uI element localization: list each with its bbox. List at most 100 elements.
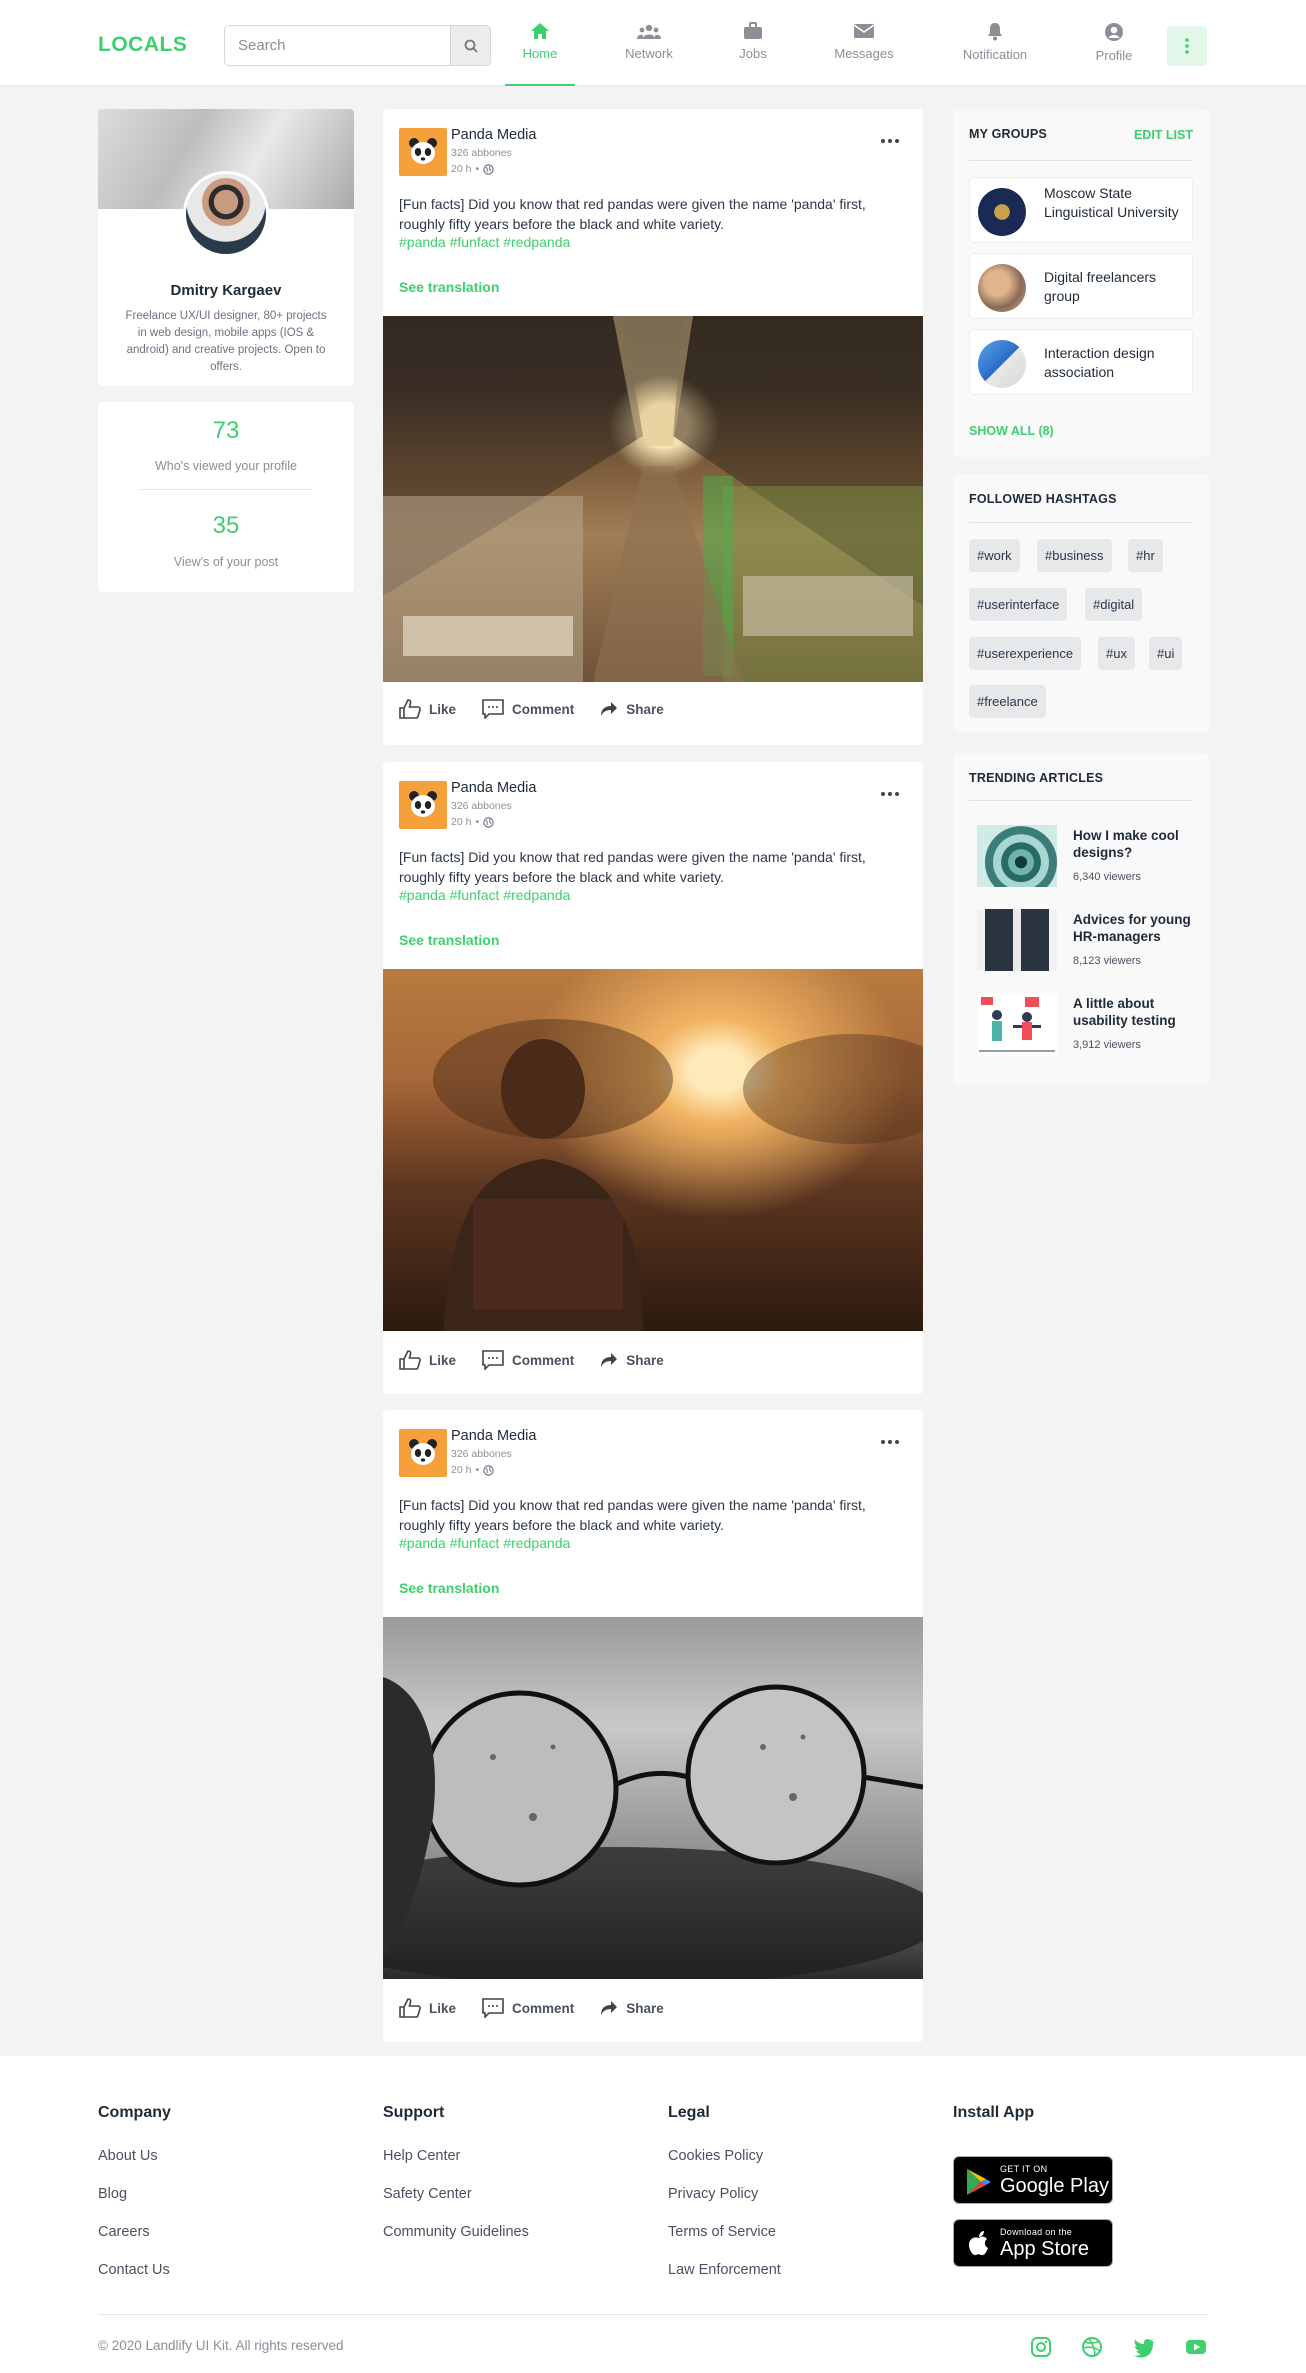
post-author-subscribers: 326 abbones [451,1448,512,1460]
brand-logo[interactable]: LOCALS [98,33,187,57]
panda-icon [409,1439,437,1465]
thumbs-up-icon [399,1350,421,1370]
nav-profile[interactable]: Profile [1064,22,1164,86]
hashtag-chip[interactable]: #hr [1128,539,1163,572]
post-options-button[interactable] [879,786,901,796]
hashtag-chip[interactable]: #work [969,539,1020,572]
post-author-avatar[interactable] [399,1429,447,1477]
group-item[interactable]: Digital freelancers group [969,253,1193,319]
nav-notification[interactable]: Notification [945,22,1045,86]
post-author-avatar[interactable] [399,781,447,829]
hashtag-chip[interactable]: #userexperience [969,637,1082,670]
hashtag-chip[interactable]: #ui [1149,637,1183,670]
post-author-name[interactable]: Panda Media [451,127,536,143]
hashtag-chip[interactable]: #business [1037,539,1112,572]
comment-button[interactable]: Comment [482,1350,574,1370]
user-icon [1105,23,1123,41]
youtube-link[interactable] [1185,2336,1207,2358]
nav-home[interactable]: Home [490,22,590,86]
share-icon [601,702,618,716]
see-translation-link[interactable]: See translation [399,1580,499,1596]
more-horizontal-icon [881,1440,899,1444]
hashtag-chip[interactable]: #userinterface [969,588,1068,621]
share-button[interactable]: Share [600,1350,664,1370]
post-views-count[interactable]: 35 [98,512,354,540]
footer-install-title: Install App [953,2104,1035,2121]
profile-name[interactable]: Dmitry Kargaev [98,282,354,299]
footer-link-privacy[interactable]: Privacy Policy [668,2186,781,2224]
stats-divider [140,489,312,490]
followed-hashtags-card: FOLLOWED HASHTAGS #work #business #hr #u… [953,474,1209,732]
post-time-text: 20 h [451,816,472,828]
search-button[interactable] [450,26,490,65]
footer-link-careers[interactable]: Careers [98,2224,171,2262]
trending-articles-card: TRENDING ARTICLES How I make cool design… [953,753,1209,1085]
hashtag-chip[interactable]: #ux [1098,637,1135,670]
share-button[interactable]: Share [600,699,664,719]
footer-link-guidelines[interactable]: Community Guidelines [383,2224,529,2262]
footer-link-cookies[interactable]: Cookies Policy [668,2148,781,2186]
nav-jobs[interactable]: Jobs [703,22,803,86]
show-all-groups-link[interactable]: SHOW ALL (8) [969,424,1054,438]
group-item[interactable]: Interaction design association [969,329,1193,395]
like-button[interactable]: Like [399,1998,456,2018]
like-button[interactable]: Like [399,699,456,719]
google-play-badge[interactable]: GET IT ON Google Play [953,2156,1113,2204]
app-store-badge[interactable]: Download on the App Store [953,2219,1113,2267]
post-hashtags[interactable]: #panda #funfact #redpanda [399,234,570,250]
like-button[interactable]: Like [399,1350,456,1370]
footer-link-terms[interactable]: Terms of Service [668,2224,781,2262]
profile-avatar[interactable] [183,171,269,257]
see-translation-link[interactable]: See translation [399,932,499,948]
footer-link-law[interactable]: Law Enforcement [668,2262,781,2300]
post-time-text: 20 h [451,163,472,175]
post-options-button[interactable] [879,1434,901,1444]
post-author-name[interactable]: Panda Media [451,780,536,796]
footer-link-blog[interactable]: Blog [98,2186,171,2224]
footer-support-title: Support [383,2104,445,2121]
post-author-name[interactable]: Panda Media [451,1428,536,1444]
group-item[interactable]: Moscow State Linguistical University [969,177,1193,243]
instagram-link[interactable] [1030,2336,1052,2358]
share-icon [601,2001,618,2015]
nav-network-label: Network [625,46,673,61]
hashtag-chip[interactable]: #freelance [969,685,1046,718]
comment-label: Comment [512,2000,575,2016]
see-translation-link[interactable]: See translation [399,279,499,295]
comment-button[interactable]: Comment [482,699,574,719]
footer-link-contact[interactable]: Contact Us [98,2262,171,2300]
article-item[interactable]: How I make cool designs? 6,340 viewers [977,825,1201,887]
more-menu-button[interactable] [1167,26,1207,66]
page-footer: Company About Us Blog Careers Contact Us… [0,2056,1306,2373]
post-options-button[interactable] [879,133,901,143]
footer-link-safety[interactable]: Safety Center [383,2186,529,2224]
comment-button[interactable]: Comment [482,1998,574,2018]
search-input[interactable] [225,26,450,65]
post-image-market-hall[interactable] [383,316,923,682]
post-author-avatar[interactable] [399,128,447,176]
post-image-glasses-rain[interactable] [383,1617,923,1987]
post-hashtags[interactable]: #panda #funfact #redpanda [399,887,570,903]
article-item[interactable]: Advices for young HR-managers 8,123 view… [977,909,1201,971]
feed-post: Panda Media 326 abbones 20 h • [Fun facts… [383,1410,923,2042]
globe-icon [483,1464,494,1476]
profile-views-count[interactable]: 73 [98,417,354,445]
hashtag-chip[interactable]: #digital [1085,588,1143,621]
search-icon [464,39,478,53]
twitter-link[interactable] [1133,2336,1155,2358]
nav-network[interactable]: Network [599,22,699,86]
article-item[interactable]: A little about usability testing 3,912 v… [977,993,1201,1055]
nav-messages[interactable]: Messages [814,22,914,86]
share-button[interactable]: Share [600,1998,664,2018]
google-play-small: GET IT ON [1000,2164,1048,2174]
profile-views-label: Who's viewed your profile [154,459,298,473]
dribbble-link[interactable] [1081,2336,1103,2358]
my-groups-card: MY GROUPS EDIT LIST Moscow State Linguis… [953,109,1209,457]
footer-link-about[interactable]: About Us [98,2148,171,2186]
post-hashtags[interactable]: #panda #funfact #redpanda [399,1535,570,1551]
footer-link-help[interactable]: Help Center [383,2148,529,2186]
comment-icon [482,1350,504,1370]
post-image-sunset-woman[interactable] [383,969,923,1331]
edit-list-link[interactable]: EDIT LIST [1134,128,1193,142]
post-actions: Like Comment Share [399,1998,664,2018]
